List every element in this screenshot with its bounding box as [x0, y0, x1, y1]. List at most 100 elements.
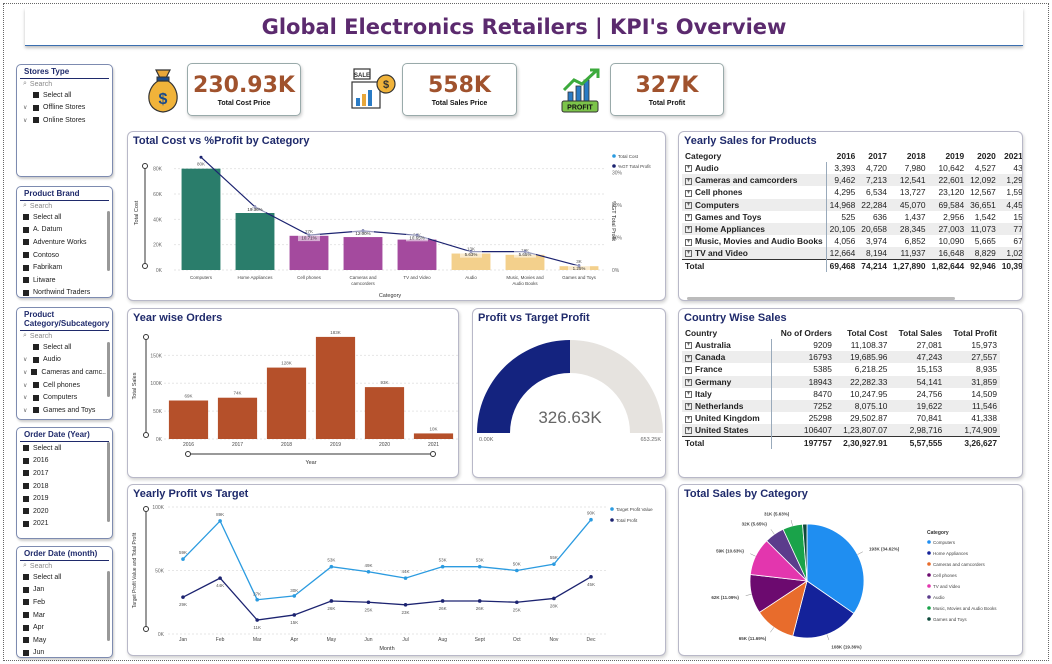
slicer-item[interactable]: Litware — [17, 274, 112, 287]
slicer-search[interactable]: ⌕ Search — [17, 201, 112, 211]
bar-data-label: 3K — [576, 259, 582, 264]
svg-text:$: $ — [383, 79, 389, 91]
row-label: + Music, Movies and Audio Books — [682, 235, 827, 248]
expand-icon[interactable]: + — [685, 226, 692, 234]
table-cell: 15,153 — [916, 364, 943, 375]
slicer-item[interactable]: Adventure Works — [17, 236, 112, 249]
expand-icon[interactable]: + — [685, 366, 692, 374]
table-row[interactable]: + TV and Video 12,664 8,194 11,937 16,648 8,82… — [682, 247, 1022, 260]
slicer-item[interactable]: Mar — [17, 609, 112, 622]
slicer-item[interactable]: 2016 — [17, 455, 112, 468]
slicer-item[interactable]: Select all — [17, 341, 112, 354]
column-header[interactable]: 2019 — [929, 150, 968, 162]
slicer-item[interactable]: ∨ Cell phones — [17, 379, 112, 392]
table-row[interactable]: + Computers 14,968 22,284 45,070 69,584 36,651… — [682, 198, 1022, 211]
slicer-search[interactable]: ⌕ Search — [17, 331, 112, 341]
slicer-search[interactable]: ⌕ Search — [17, 561, 112, 571]
slicer-search[interactable]: ⌕ Search — [17, 79, 112, 89]
slicer-item[interactable]: May — [17, 634, 112, 647]
expand-icon[interactable]: + — [685, 403, 692, 411]
table-row[interactable]: + Netherlands 7252 8,075.10 19,622 11,546 — [682, 399, 1000, 413]
column-header[interactable]: Total Cost — [835, 327, 891, 339]
slicer-item[interactable]: ∨ Computers — [17, 391, 112, 404]
slicer-item[interactable]: 2018 — [17, 480, 112, 493]
slicer-item[interactable]: Northwind Traders — [17, 287, 112, 297]
table-row[interactable]: + Home Appliances 20,105 20,658 28,345 27,003… — [682, 222, 1022, 236]
column-header[interactable]: No of Orders — [772, 327, 835, 339]
expand-icon[interactable]: + — [685, 214, 692, 222]
table-row[interactable]: + Music, Movies and Audio Books 4,056 3,974… — [682, 235, 1022, 248]
order-year-slicer[interactable]: Order Date (Year) Select all 2016 2017 2… — [16, 427, 113, 539]
expand-icon[interactable]: + — [685, 201, 692, 209]
series-point — [329, 564, 334, 569]
slicer-item[interactable]: Feb — [17, 596, 112, 609]
table-row[interactable]: + Audio 3,393 4,720 7,980 10,642 4,527 43 — [682, 162, 1022, 175]
expand-icon[interactable]: + — [685, 165, 692, 173]
slicer-item[interactable]: ∨ Cameras and camc.. — [17, 366, 112, 379]
scrollbar[interactable] — [107, 342, 110, 397]
table-row[interactable]: + United States 106407 1,23,807.07 2,98,716 1… — [682, 424, 1000, 437]
table-row[interactable]: + France 5385 6,218.25 15,153 8,935 — [682, 363, 1000, 376]
table-row[interactable]: + Germany 18943 22,282.33 54,141 31,859 — [682, 375, 1000, 388]
table-cell: 47,243 — [890, 351, 946, 364]
column-header[interactable]: Category — [682, 150, 826, 162]
stores-type-slicer[interactable]: Stores Type ⌕ Search Select all ∨ Offline … — [16, 64, 113, 177]
slicer-item[interactable]: 2017 — [17, 467, 112, 480]
expand-icon[interactable]: + — [685, 342, 692, 350]
expand-icon[interactable]: + — [685, 427, 692, 435]
column-header[interactable]: 2018 — [890, 150, 929, 162]
expand-icon[interactable]: + — [685, 415, 692, 423]
horizontal-scrollbar[interactable] — [687, 297, 955, 300]
table-row[interactable]: + Italy 8470 10,247.95 24,756 14,509 — [682, 387, 1000, 400]
scrollbar[interactable] — [107, 571, 110, 641]
zoom-handle — [143, 626, 149, 632]
slicer-item[interactable]: Select all — [17, 571, 112, 584]
slicer-item[interactable]: 2020 — [17, 505, 112, 518]
scrollbar[interactable] — [107, 442, 110, 522]
slicer-item[interactable]: Jun — [17, 647, 112, 657]
expand-icon[interactable]: + — [685, 391, 692, 399]
slicer-item[interactable]: A. Datum — [17, 224, 112, 237]
product-brand-slicer[interactable]: Product Brand ⌕ Search Select all A. Datu… — [16, 186, 113, 298]
slicer-item[interactable]: Contoso — [17, 249, 112, 262]
expand-icon[interactable]: + — [685, 250, 692, 258]
table-row[interactable]: + Cell phones 4,295 6,534 13,727 23,120 12,567… — [682, 186, 1022, 199]
column-header[interactable]: Total Sales — [890, 327, 945, 339]
slicer-item[interactable]: ∨ Audio — [17, 354, 112, 367]
slicer-item[interactable]: ∨ Online Stores — [17, 114, 112, 127]
slicer-item[interactable]: 2021 — [17, 518, 112, 531]
table-cell: 14,968 — [826, 198, 859, 211]
slicer-item[interactable]: Select all — [17, 211, 112, 224]
column-header[interactable]: 2020 — [967, 150, 999, 162]
expand-icon[interactable]: + — [685, 238, 692, 246]
expand-icon[interactable]: + — [685, 177, 692, 185]
column-header[interactable]: 2016 — [826, 150, 858, 162]
column-header[interactable]: 2021 — [999, 150, 1022, 162]
table-row[interactable]: + Games and Toys 525 636 1,437 2,956 1,542 15 — [682, 210, 1022, 223]
column-header[interactable]: Country — [682, 327, 772, 339]
column-header[interactable]: 2017 — [858, 150, 890, 162]
table-row[interactable]: + Australia 9209 11,108.37 27,081 15,973 — [682, 339, 1000, 352]
table-cell: 1,29 — [998, 174, 1022, 187]
profit-target-chart-card: Yearly Profit vs Target 100K 50K 0K Target … — [127, 484, 666, 656]
slicer-item[interactable]: Fabrikam — [17, 261, 112, 274]
slicer-item[interactable]: ∨ Games and Toys — [17, 404, 112, 417]
slicer-item[interactable]: Apr — [17, 621, 112, 634]
point-data-label: 49K — [364, 563, 372, 568]
slicer-item[interactable]: ∨ Offline Stores — [17, 102, 112, 115]
slicer-item[interactable]: Jan — [17, 584, 112, 597]
scrollbar[interactable] — [107, 211, 110, 271]
table-row[interactable]: + Cameras and camcorders 9,462 7,213 12,541 2… — [682, 174, 1022, 187]
slicer-item[interactable]: 2019 — [17, 492, 112, 505]
expand-icon[interactable]: + — [685, 189, 692, 197]
expand-icon[interactable]: + — [685, 354, 692, 362]
x-tick-label: 2020 — [379, 442, 390, 448]
product-category-slicer[interactable]: Product Category/Subcategory ⌕ Search Sel… — [16, 307, 113, 420]
table-row[interactable]: + Canada 16793 19,685.96 47,243 27,557 — [682, 351, 1000, 364]
column-header[interactable]: Total Profit — [945, 327, 1000, 339]
expand-icon[interactable]: + — [685, 378, 692, 386]
slicer-item[interactable]: Select all — [17, 442, 112, 455]
table-row[interactable]: + United Kingdom 25298 29,502.87 70,841 41,33… — [682, 412, 1000, 425]
slicer-item[interactable]: Select all — [17, 89, 112, 102]
order-month-slicer[interactable]: Order Date (month) ⌕ Search Select all Ja… — [16, 546, 113, 658]
